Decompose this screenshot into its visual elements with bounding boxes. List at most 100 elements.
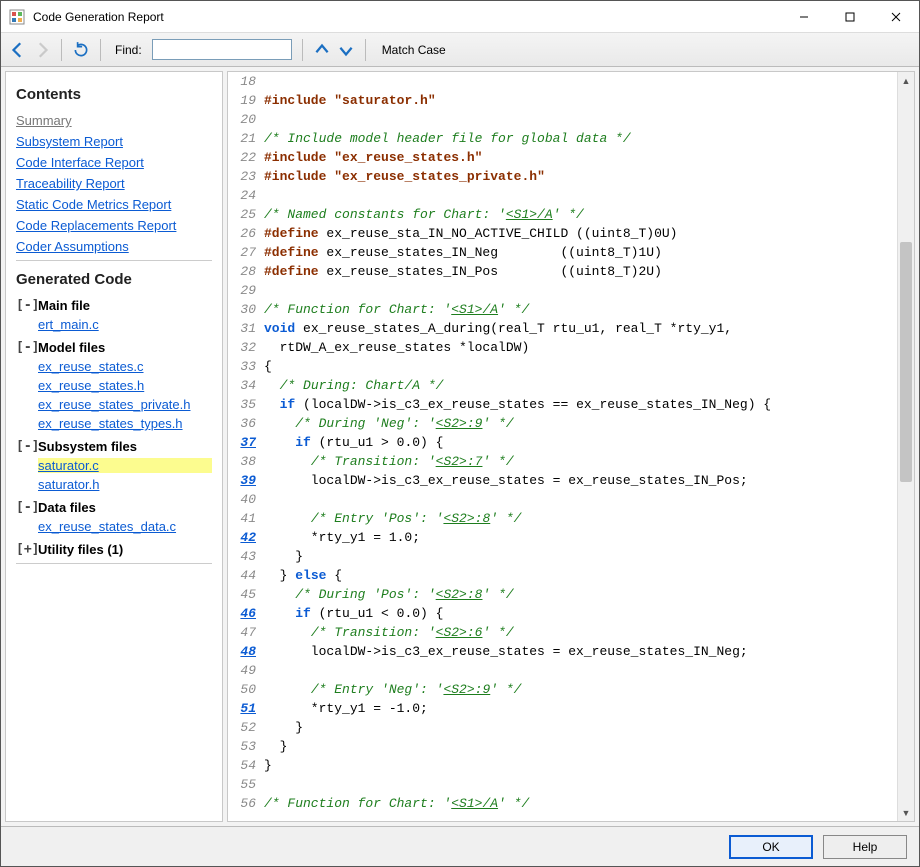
sidebar-link-code-interface-report[interactable]: Code Interface Report xyxy=(16,155,212,170)
code-text: if (rtu_u1 < 0.0) { xyxy=(264,604,914,623)
line-number: 50 xyxy=(228,680,264,699)
code-line: 19#include "saturator.h" xyxy=(228,91,914,110)
scroll-down-icon[interactable]: ▼ xyxy=(898,804,914,821)
line-number: 35 xyxy=(228,395,264,414)
sidebar-file-ex-reuse-states-h[interactable]: ex_reuse_states.h xyxy=(38,378,212,393)
match-case-label[interactable]: Match Case xyxy=(382,43,446,57)
line-number: 22 xyxy=(228,148,264,167)
sidebar-file-ex-reuse-states-private-h[interactable]: ex_reuse_states_private.h xyxy=(38,397,212,412)
line-number: 54 xyxy=(228,756,264,775)
line-number: 24 xyxy=(228,186,264,205)
code-text: } xyxy=(264,756,914,775)
code-text xyxy=(264,490,914,509)
code-line: 52 } xyxy=(228,718,914,737)
line-number[interactable]: 42 xyxy=(228,528,264,547)
forward-icon[interactable] xyxy=(33,41,51,59)
code-text: } xyxy=(264,718,914,737)
sidebar-group-data-files[interactable]: [-] Data files xyxy=(16,500,212,515)
code-line: 38 /* Transition: '<S2>:7' */ xyxy=(228,452,914,471)
line-number: 20 xyxy=(228,110,264,129)
line-number[interactable]: 37 xyxy=(228,433,264,452)
code-line: 20 xyxy=(228,110,914,129)
line-number[interactable]: 39 xyxy=(228,471,264,490)
app-window: Code Generation Report Find: Match Case … xyxy=(0,0,920,867)
line-number: 44 xyxy=(228,566,264,585)
line-number[interactable]: 48 xyxy=(228,642,264,661)
code-text: { xyxy=(264,357,914,376)
line-number[interactable]: 51 xyxy=(228,699,264,718)
tree-toggle-icon[interactable]: [-] xyxy=(16,298,34,313)
sidebar-group-model-files[interactable]: [-]Model files xyxy=(16,340,212,355)
code-line: 23#include "ex_reuse_states_private.h" xyxy=(228,167,914,186)
scroll-thumb[interactable] xyxy=(900,242,912,482)
code-line: 45 /* During 'Pos': '<S2>:8' */ xyxy=(228,585,914,604)
sidebar-group-subsystem-files[interactable]: [-]Subsystem files xyxy=(16,439,212,454)
line-number: 18 xyxy=(228,72,264,91)
line-number: 26 xyxy=(228,224,264,243)
find-label: Find: xyxy=(115,43,142,57)
back-icon[interactable] xyxy=(9,41,27,59)
sidebar-link-summary[interactable]: Summary xyxy=(16,113,212,128)
find-prev-icon[interactable] xyxy=(313,41,331,59)
tree-toggle-icon[interactable]: [+] xyxy=(16,542,34,557)
sidebar-link-coder-assumptions[interactable]: Coder Assumptions xyxy=(16,239,212,254)
sidebar-group-main-file[interactable]: [-] Main file xyxy=(16,298,212,313)
code-text: /* During: Chart/A */ xyxy=(264,376,914,395)
line-number: 53 xyxy=(228,737,264,756)
code-line: 18 xyxy=(228,72,914,91)
code-text: #define ex_reuse_states_IN_Pos ((uint8_T… xyxy=(264,262,914,281)
ok-button[interactable]: OK xyxy=(729,835,813,859)
code-line: 33{ xyxy=(228,357,914,376)
sidebar-file-saturator-h[interactable]: saturator.h xyxy=(38,477,212,492)
line-number: 55 xyxy=(228,775,264,794)
code-line: 28#define ex_reuse_states_IN_Pos ((uint8… xyxy=(228,262,914,281)
line-number: 29 xyxy=(228,281,264,300)
code-line: 21/* Include model header file for globa… xyxy=(228,129,914,148)
line-number: 23 xyxy=(228,167,264,186)
code-line: 30/* Function for Chart: '<S1>/A' */ xyxy=(228,300,914,319)
tree-toggle-icon[interactable]: [-] xyxy=(16,500,34,515)
code-line: 40 xyxy=(228,490,914,509)
refresh-icon[interactable] xyxy=(72,41,90,59)
body: Contents SummarySubsystem ReportCode Int… xyxy=(1,67,919,826)
code-text: /* Entry 'Neg': '<S2>:9' */ xyxy=(264,680,914,699)
code-text xyxy=(264,775,914,794)
footer: OK Help xyxy=(1,826,919,866)
sidebar-link-code-replacements-report[interactable]: Code Replacements Report xyxy=(16,218,212,233)
minimize-button[interactable] xyxy=(781,2,827,32)
close-button[interactable] xyxy=(873,2,919,32)
line-number: 36 xyxy=(228,414,264,433)
tree-toggle-icon[interactable]: [-] xyxy=(16,439,34,454)
help-button[interactable]: Help xyxy=(823,835,907,859)
line-number[interactable]: 46 xyxy=(228,604,264,623)
vertical-scrollbar[interactable]: ▲ ▼ xyxy=(897,72,914,821)
scroll-up-icon[interactable]: ▲ xyxy=(898,72,914,89)
line-number: 32 xyxy=(228,338,264,357)
code-text: /* Named constants for Chart: '<S1>/A' *… xyxy=(264,205,914,224)
sidebar-file-ert-main-c[interactable]: ert_main.c xyxy=(38,317,212,332)
code-text: } else { xyxy=(264,566,914,585)
sidebar-link-static-code-metrics-report[interactable]: Static Code Metrics Report xyxy=(16,197,212,212)
sidebar-file-saturator-c[interactable]: saturator.c xyxy=(38,458,212,473)
find-next-icon[interactable] xyxy=(337,41,355,59)
code-text: *rty_y1 = 1.0; xyxy=(264,528,914,547)
sidebar-file-ex-reuse-states-c[interactable]: ex_reuse_states.c xyxy=(38,359,212,374)
line-number: 49 xyxy=(228,661,264,680)
maximize-button[interactable] xyxy=(827,2,873,32)
code-text: *rty_y1 = -1.0; xyxy=(264,699,914,718)
line-number: 30 xyxy=(228,300,264,319)
code-text: } xyxy=(264,547,914,566)
sidebar-file-ex-reuse-states-data-c[interactable]: ex_reuse_states_data.c xyxy=(38,519,212,534)
sidebar-group-label: Main file xyxy=(38,298,90,313)
code-line: 41 /* Entry 'Pos': '<S2>:8' */ xyxy=(228,509,914,528)
code-area[interactable]: 18 19#include "saturator.h"20 21/* Inclu… xyxy=(228,72,914,821)
sidebar-group-utility-files-1-[interactable]: [+]Utility files (1) xyxy=(16,542,212,557)
line-number: 43 xyxy=(228,547,264,566)
line-number: 40 xyxy=(228,490,264,509)
tree-toggle-icon[interactable]: [-] xyxy=(16,340,34,355)
sidebar-group-label: Data files xyxy=(38,500,96,515)
sidebar-link-traceability-report[interactable]: Traceability Report xyxy=(16,176,212,191)
sidebar-link-subsystem-report[interactable]: Subsystem Report xyxy=(16,134,212,149)
sidebar-file-ex-reuse-states-types-h[interactable]: ex_reuse_states_types.h xyxy=(38,416,212,431)
find-input[interactable] xyxy=(152,39,292,60)
